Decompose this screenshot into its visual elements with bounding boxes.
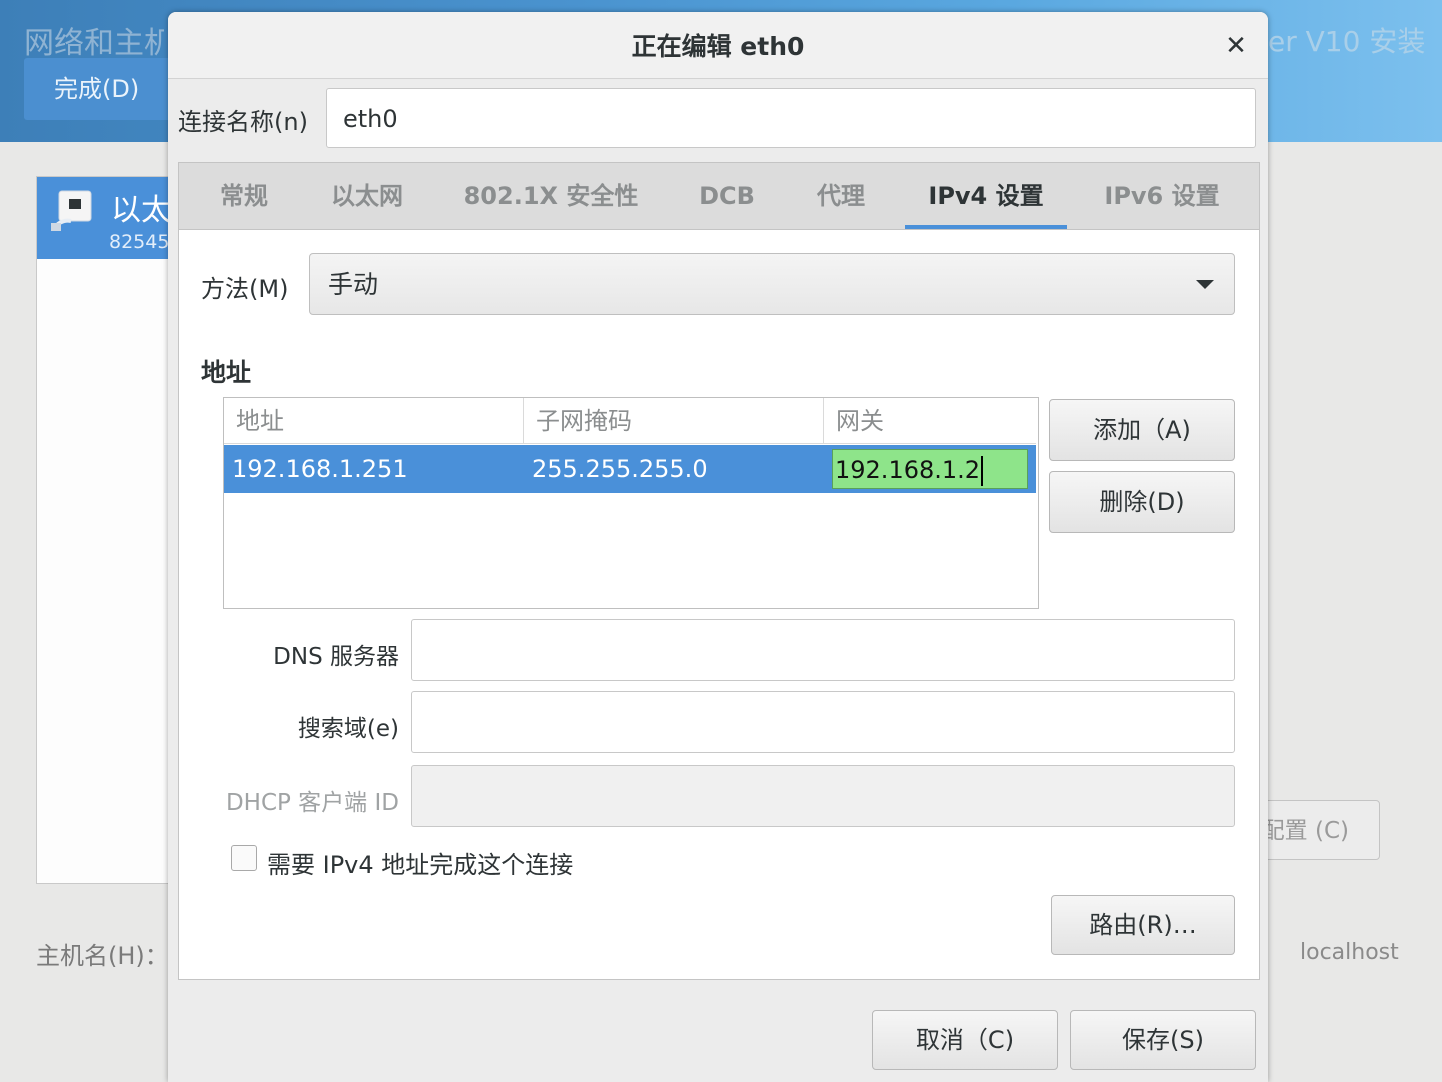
column-header-gateway[interactable]: 网关: [824, 398, 1036, 444]
text-cursor: [981, 456, 984, 486]
current-hostname: localhost: [1300, 940, 1399, 965]
ethernet-icon: [51, 190, 92, 231]
table-row[interactable]: 192.168.1.251 255.255.255.0 192.168.1.2: [224, 445, 1036, 493]
add-address-button[interactable]: 添加（A): [1049, 399, 1235, 461]
settings-notebook: 常规 以太网 802.1X 安全性 DCB 代理 IPv4 设置 IPv6 设置…: [178, 162, 1260, 980]
require-ipv4-checkbox[interactable]: [231, 845, 257, 871]
tab-8021x-security[interactable]: 802.1X 安全性: [451, 163, 651, 229]
close-icon[interactable]: ✕: [1220, 30, 1252, 62]
device-list-item-ethernet[interactable]: 以太 82545: [37, 177, 177, 259]
gateway-cell-editor[interactable]: 192.168.1.2: [832, 449, 1028, 489]
column-header-netmask[interactable]: 子网掩码: [524, 398, 824, 444]
routes-button[interactable]: 路由(R)…: [1051, 895, 1235, 955]
device-model: 82545: [109, 231, 170, 253]
gateway-value: 192.168.1.2: [835, 456, 981, 484]
dns-servers-input[interactable]: [411, 619, 1235, 681]
tab-proxy[interactable]: 代理: [805, 163, 877, 229]
save-button[interactable]: 保存(S): [1070, 1010, 1256, 1070]
method-label: 方法(M): [201, 275, 289, 303]
device-name: 以太: [111, 193, 171, 228]
tab-general[interactable]: 常规: [201, 163, 287, 229]
installer-product-title: er V10 安装: [1268, 25, 1426, 58]
done-button[interactable]: 完成(D): [24, 58, 174, 120]
netmask-cell[interactable]: 255.255.255.0: [524, 445, 824, 493]
hostname-label: 主机名(H)：: [36, 942, 169, 970]
installer-section-title: 网络和主机: [24, 26, 164, 61]
dialog-title: 正在编辑 eth0: [631, 32, 805, 61]
connection-name-label: 连接名称(n): [178, 108, 308, 136]
require-ipv4-label[interactable]: 需要 IPv4 地址完成这个连接: [267, 845, 573, 880]
tab-ipv6-settings[interactable]: IPv6 设置: [1087, 163, 1237, 229]
dialog-titlebar: 正在编辑 eth0 ✕: [168, 12, 1268, 79]
address-section-heading: 地址: [201, 358, 252, 387]
tab-dcb[interactable]: DCB: [685, 163, 769, 229]
tab-ipv4-settings[interactable]: IPv4 设置: [905, 163, 1067, 229]
edit-connection-dialog: 正在编辑 eth0 ✕ 连接名称(n) eth0 常规 以太网 802.1X 安…: [168, 12, 1268, 1082]
dns-servers-label: DNS 服务器: [273, 644, 399, 670]
connection-name-input[interactable]: eth0: [326, 88, 1256, 148]
cancel-button[interactable]: 取消（C): [872, 1010, 1058, 1070]
delete-address-button[interactable]: 删除(D): [1049, 471, 1235, 533]
method-selected-value: 手动: [328, 270, 379, 299]
device-list: 以太 82545: [36, 176, 178, 884]
tab-bar: 常规 以太网 802.1X 安全性 DCB 代理 IPv4 设置 IPv6 设置: [179, 163, 1259, 230]
chevron-down-icon: [1196, 280, 1214, 289]
search-domains-label: 搜索域(e): [297, 716, 399, 742]
column-header-address[interactable]: 地址: [224, 398, 524, 444]
dhcp-client-id-input: [411, 765, 1235, 827]
tab-ethernet[interactable]: 以太网: [319, 163, 415, 229]
method-dropdown[interactable]: 手动: [309, 253, 1235, 315]
address-table[interactable]: 地址 子网掩码 网关 192.168.1.251 255.255.255.0 1…: [223, 397, 1039, 609]
dhcp-client-id-label: DHCP 客户端 ID: [225, 790, 399, 816]
search-domains-input[interactable]: [411, 691, 1235, 753]
address-cell[interactable]: 192.168.1.251: [224, 445, 524, 493]
